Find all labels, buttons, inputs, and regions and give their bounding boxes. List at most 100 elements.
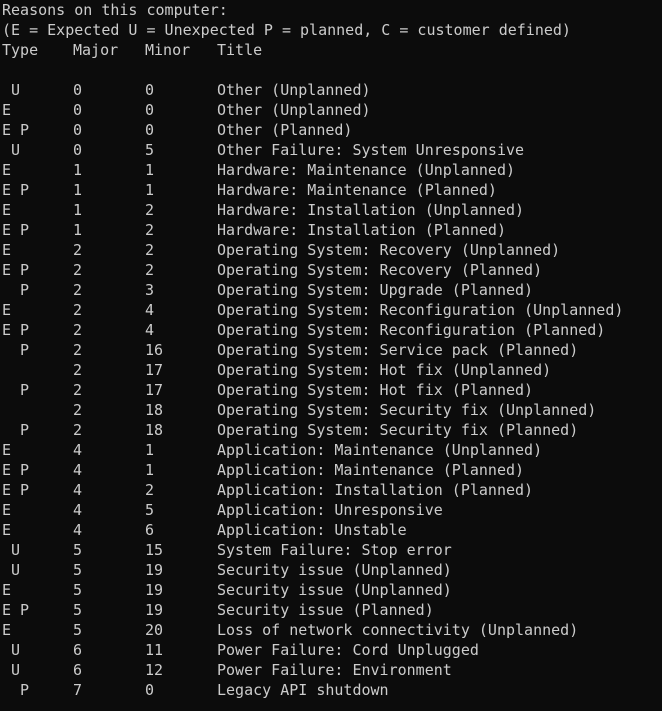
reason-minor: 1 [145,161,155,179]
reason-major: 0 [73,141,83,159]
reason-major: 2 [73,241,83,259]
reason-minor: 2 [145,201,155,219]
reason-title: Operating System: Security fix (Unplanne… [217,401,597,419]
reason-title: Other (Unplanned) [217,101,371,119]
reason-title: Other Failure: System Unresponsive [217,141,525,159]
reason-major: 4 [73,461,83,479]
reason-minor: 2 [145,481,155,499]
reason-type: U [2,561,21,579]
reason-title: Application: Unresponsive [217,501,443,519]
reason-row: U 6 11 Power Failure: Cord Unplugged [0,640,662,660]
reason-title: Other (Unplanned) [217,81,371,99]
reason-minor: 0 [145,681,155,699]
reason-major: 4 [73,481,83,499]
console-window[interactable]: Reasons on this computer: (E = Expected … [0,0,662,711]
reason-type: P [2,281,30,299]
reason-minor: 17 [145,381,164,399]
reason-type: E P [2,321,30,339]
reason-minor: 2 [145,221,155,239]
header-title: Title [217,41,263,59]
reason-row: E P 4 1 Application: Maintenance (Planned) [0,460,662,480]
reason-major: 2 [73,341,83,359]
reason-row: E P 0 0 Other (Planned) [0,120,662,140]
reason-title: Legacy API shutdown [217,681,389,699]
reason-title: Application: Maintenance (Unplanned) [217,441,543,459]
reason-minor: 0 [145,121,155,139]
header-type: Type [2,41,39,59]
reason-title: Hardware: Maintenance (Unplanned) [217,161,516,179]
reason-minor: 20 [145,621,164,639]
reason-major: 1 [73,201,83,219]
reason-major: 4 [73,521,83,539]
reason-minor: 19 [145,581,164,599]
reason-row: 2 17 Operating System: Hot fix (Unplanned) [0,360,662,380]
reason-title: System Failure: Stop error [217,541,452,559]
header-minor: Minor [145,41,191,59]
reason-major: 1 [73,161,83,179]
reason-row: E 5 19 Security issue (Unplanned) [0,580,662,600]
reason-title: Operating System: Hot fix (Unplanned) [217,361,552,379]
reason-major: 0 [73,101,83,119]
reason-type: E P [2,221,30,239]
reason-type: E P [2,261,30,279]
reason-minor: 6 [145,521,155,539]
reason-minor: 2 [145,241,155,259]
reason-minor: 16 [145,341,164,359]
reason-major: 2 [73,401,83,419]
reason-title: Application: Installation (Planned) [217,481,534,499]
reason-major: 5 [73,581,83,599]
reason-title: Application: Unstable [217,521,407,539]
reason-row: U 6 12 Power Failure: Environment [0,660,662,680]
reason-type: E [2,621,12,639]
reason-minor: 5 [145,501,155,519]
reason-row: U 0 5 Other Failure: System Unresponsive [0,140,662,160]
reason-major: 1 [73,221,83,239]
reason-major: 2 [73,381,83,399]
reason-row: P 2 16 Operating System: Service pack (Plan… [0,340,662,360]
reason-title: Security issue (Unplanned) [217,561,452,579]
reasons-list: U 0 0 Other (Unplanned) E 0 0 Other (Unplanned)… [0,80,662,700]
reason-title: Power Failure: Cord Unplugged [217,641,479,659]
reason-type: E P [2,121,30,139]
reason-row: E 2 4 Operating System: Reconfiguration (Un… [0,300,662,320]
reason-major: 6 [73,641,83,659]
reason-row: E 1 1 Hardware: Maintenance (Unplanned) [0,160,662,180]
reason-major: 5 [73,561,83,579]
reason-title: Power Failure: Environment [217,661,452,679]
reason-type: E [2,201,12,219]
reason-major: 5 [73,621,83,639]
reason-minor: 18 [145,401,164,419]
reason-title: Hardware: Installation (Unplanned) [217,201,525,219]
reason-major: 5 [73,541,83,559]
reason-row: E 4 1 Application: Maintenance (Unplanned) [0,440,662,460]
reason-minor: 1 [145,461,155,479]
reason-type: E [2,241,12,259]
reason-type: P [2,681,30,699]
reason-major: 2 [73,361,83,379]
reason-type: P [2,421,30,439]
reason-major: 2 [73,281,83,299]
reason-minor: 4 [145,301,155,319]
reason-title: Hardware: Maintenance (Planned) [217,181,497,199]
reason-title: Operating System: Reconfiguration (Plann… [217,321,606,339]
reason-type: E [2,581,12,599]
reason-type: E P [2,481,30,499]
reason-title: Security issue (Unplanned) [217,581,452,599]
reason-type: P [2,341,30,359]
reason-title: Operating System: Reconfiguration (Unpla… [217,301,624,319]
reason-row: E P 1 1 Hardware: Maintenance (Planned) [0,180,662,200]
reason-minor: 15 [145,541,164,559]
reason-major: 0 [73,81,83,99]
reason-title: Operating System: Service pack (Planned) [217,341,579,359]
reason-type: E [2,521,12,539]
reason-title: Security issue (Planned) [217,601,434,619]
reason-minor: 12 [145,661,164,679]
reason-type: E [2,301,12,319]
reason-type: E P [2,461,30,479]
reason-row: E 0 0 Other (Unplanned) [0,100,662,120]
reason-row: E 4 5 Application: Unresponsive [0,500,662,520]
reason-type: E P [2,181,30,199]
reason-row: U 0 0 Other (Unplanned) [0,80,662,100]
reason-minor: 11 [145,641,164,659]
reason-major: 4 [73,441,83,459]
